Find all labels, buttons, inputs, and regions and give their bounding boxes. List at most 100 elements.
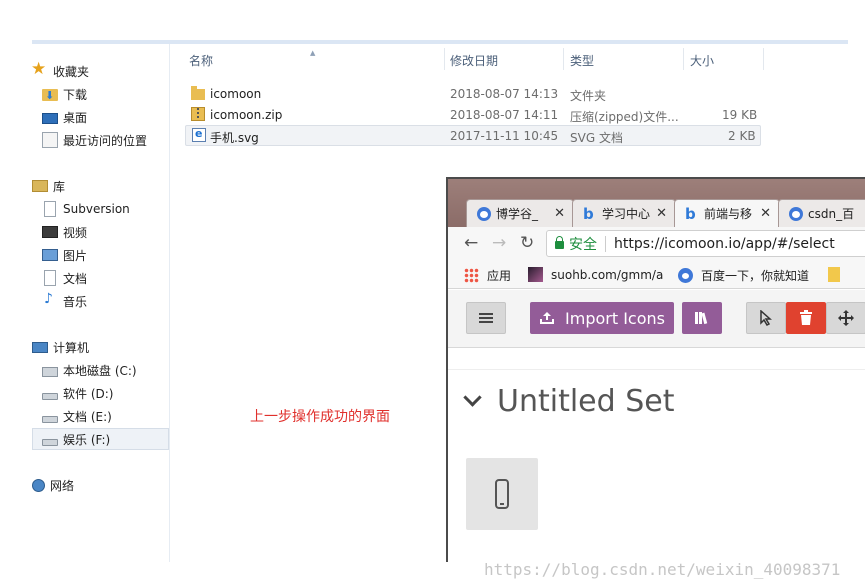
nav-favorites[interactable]: 收藏夹 bbox=[31, 59, 89, 82]
icon-set-title: Untitled Set bbox=[497, 384, 675, 419]
back-arrow-icon[interactable]: ← bbox=[464, 233, 478, 253]
icon-tile-phone[interactable] bbox=[466, 458, 538, 530]
paw-icon bbox=[678, 268, 693, 283]
nav-recent-places[interactable]: 最近访问的位置 bbox=[42, 129, 147, 151]
recent-places-icon bbox=[42, 132, 58, 148]
nav-network[interactable]: 网络 bbox=[32, 474, 74, 496]
bookmarks-bar: 应用 suohb.com/gmm/a 百度一下，你就知道 bbox=[448, 261, 865, 289]
bookmark-suohb[interactable]: suohb.com/gmm/a bbox=[528, 267, 663, 282]
nav-drive-c[interactable]: 本地磁盘 (C:) bbox=[42, 359, 137, 381]
nav-label: 音乐 bbox=[63, 294, 88, 309]
reload-icon[interactable]: ↻ bbox=[520, 233, 534, 253]
document-icon bbox=[44, 270, 56, 286]
file-row[interactable]: icomoon 2018-08-07 14:13 文件夹 bbox=[185, 84, 761, 105]
column-divider[interactable] bbox=[683, 48, 684, 70]
close-icon[interactable]: ✕ bbox=[554, 206, 565, 221]
upload-icon bbox=[540, 312, 555, 324]
drive-icon bbox=[42, 438, 58, 446]
tab-label: csdn_百 bbox=[808, 207, 855, 221]
library-button[interactable] bbox=[682, 302, 722, 334]
b-logo-icon: b bbox=[583, 204, 594, 223]
nav-documents[interactable]: 文档 bbox=[42, 267, 87, 289]
tab-boxuegu[interactable]: 博学谷_ ✕ bbox=[466, 199, 574, 227]
nav-label: 计算机 bbox=[53, 340, 90, 355]
close-icon[interactable]: ✕ bbox=[656, 206, 667, 221]
network-icon bbox=[32, 478, 45, 492]
url-divider bbox=[605, 235, 606, 252]
nav-videos[interactable]: 视频 bbox=[42, 221, 87, 243]
section-divider bbox=[448, 369, 865, 370]
nav-subversion[interactable]: Subversion bbox=[42, 198, 130, 220]
column-header-date[interactable]: 修改日期 bbox=[450, 52, 498, 69]
nav-label: 网络 bbox=[50, 478, 75, 493]
trash-icon bbox=[800, 310, 812, 325]
icomoon-toolbar: Import Icons bbox=[448, 290, 865, 348]
bookmark-apps[interactable]: 应用 bbox=[464, 267, 511, 284]
nav-pictures[interactable]: 图片 bbox=[42, 244, 87, 266]
tab-strip: 博学谷_ ✕ b 学习中心 ✕ b 前端与移 ✕ csdn_百 bbox=[448, 179, 865, 227]
nav-label: 图片 bbox=[63, 248, 88, 263]
hamburger-icon bbox=[479, 313, 493, 323]
tab-study-center[interactable]: b 学习中心 ✕ bbox=[572, 199, 676, 227]
file-type: 压缩(zipped)文件... bbox=[570, 110, 679, 124]
bookmark-label: suohb.com/gmm/a bbox=[551, 267, 664, 282]
system-drive-icon bbox=[42, 366, 58, 377]
delete-button[interactable] bbox=[786, 302, 826, 334]
file-size: 2 KB bbox=[728, 129, 756, 143]
nav-music[interactable]: 音乐 bbox=[42, 290, 87, 312]
close-icon[interactable]: ✕ bbox=[760, 206, 771, 221]
select-tool-button[interactable] bbox=[746, 302, 786, 334]
nav-label: 文档 (E:) bbox=[63, 409, 112, 424]
move-arrows-icon bbox=[838, 310, 854, 326]
url-text[interactable]: https://icomoon.io/app/#/select bbox=[614, 236, 835, 252]
column-divider[interactable] bbox=[444, 48, 445, 70]
nav-label: 库 bbox=[53, 179, 66, 194]
move-tool-button[interactable] bbox=[826, 302, 865, 334]
file-row-selected[interactable]: 手机.svg 2017-11-11 10:45 SVG 文档 2 KB bbox=[185, 125, 761, 146]
b-logo-icon: b bbox=[685, 204, 696, 223]
nav-drive-e[interactable]: 文档 (E:) bbox=[42, 405, 112, 427]
nav-desktop[interactable]: 桌面 bbox=[42, 106, 87, 128]
nav-drive-d[interactable]: 软件 (D:) bbox=[42, 382, 113, 404]
svg-file-icon bbox=[192, 127, 206, 142]
nav-computer[interactable]: 计算机 bbox=[32, 336, 89, 358]
file-date: 2018-08-07 14:13 bbox=[450, 87, 559, 101]
bookmark-baidu[interactable]: 百度一下，你就知道 bbox=[678, 267, 809, 284]
star-icon bbox=[31, 59, 48, 79]
video-icon bbox=[42, 226, 58, 238]
annotation-caption: 上一步操作成功的界面 bbox=[250, 409, 390, 425]
column-divider[interactable] bbox=[563, 48, 564, 70]
bookmark-folder[interactable] bbox=[828, 267, 848, 282]
file-type: 文件夹 bbox=[570, 89, 607, 103]
folder-icon bbox=[191, 86, 205, 100]
secure-label: 安全 bbox=[569, 236, 597, 253]
lock-icon bbox=[555, 236, 564, 249]
desktop-icon bbox=[42, 112, 58, 124]
tab-frontend[interactable]: b 前端与移 ✕ bbox=[674, 199, 780, 227]
nav-label: 软件 (D:) bbox=[63, 386, 114, 401]
nav-libraries[interactable]: 库 bbox=[32, 175, 65, 197]
column-header-size[interactable]: 大小 bbox=[690, 52, 714, 69]
nav-drive-f[interactable]: 娱乐 (F:) bbox=[32, 428, 169, 450]
nav-downloads[interactable]: 下载 bbox=[42, 83, 87, 105]
downloads-folder-icon bbox=[42, 89, 58, 101]
column-header-name[interactable]: 名称 bbox=[189, 52, 213, 69]
bookmark-label: 百度一下，你就知道 bbox=[701, 269, 810, 283]
tab-label: 博学谷_ bbox=[496, 207, 539, 221]
menu-button[interactable] bbox=[466, 302, 506, 334]
drive-icon bbox=[42, 392, 58, 400]
icon-set-header[interactable]: Untitled Set bbox=[463, 384, 675, 419]
file-row[interactable]: icomoon.zip 2018-08-07 14:11 压缩(zipped)文… bbox=[185, 105, 761, 126]
forward-arrow-icon[interactable]: → bbox=[492, 233, 506, 253]
address-bar[interactable]: 安全 https://icomoon.io/app/#/select bbox=[546, 230, 865, 257]
books-icon bbox=[695, 312, 708, 325]
column-header-type[interactable]: 类型 bbox=[570, 52, 594, 69]
nav-label: 桌面 bbox=[63, 110, 88, 125]
tab-csdn[interactable]: csdn_百 bbox=[778, 199, 865, 227]
nav-label: 本地磁盘 (C:) bbox=[63, 363, 137, 378]
import-icons-button[interactable]: Import Icons bbox=[530, 302, 674, 334]
chevron-down-icon[interactable] bbox=[463, 388, 482, 407]
file-date: 2018-08-07 14:11 bbox=[450, 108, 559, 122]
column-divider[interactable] bbox=[763, 48, 764, 70]
nav-label: 最近访问的位置 bbox=[63, 133, 148, 148]
